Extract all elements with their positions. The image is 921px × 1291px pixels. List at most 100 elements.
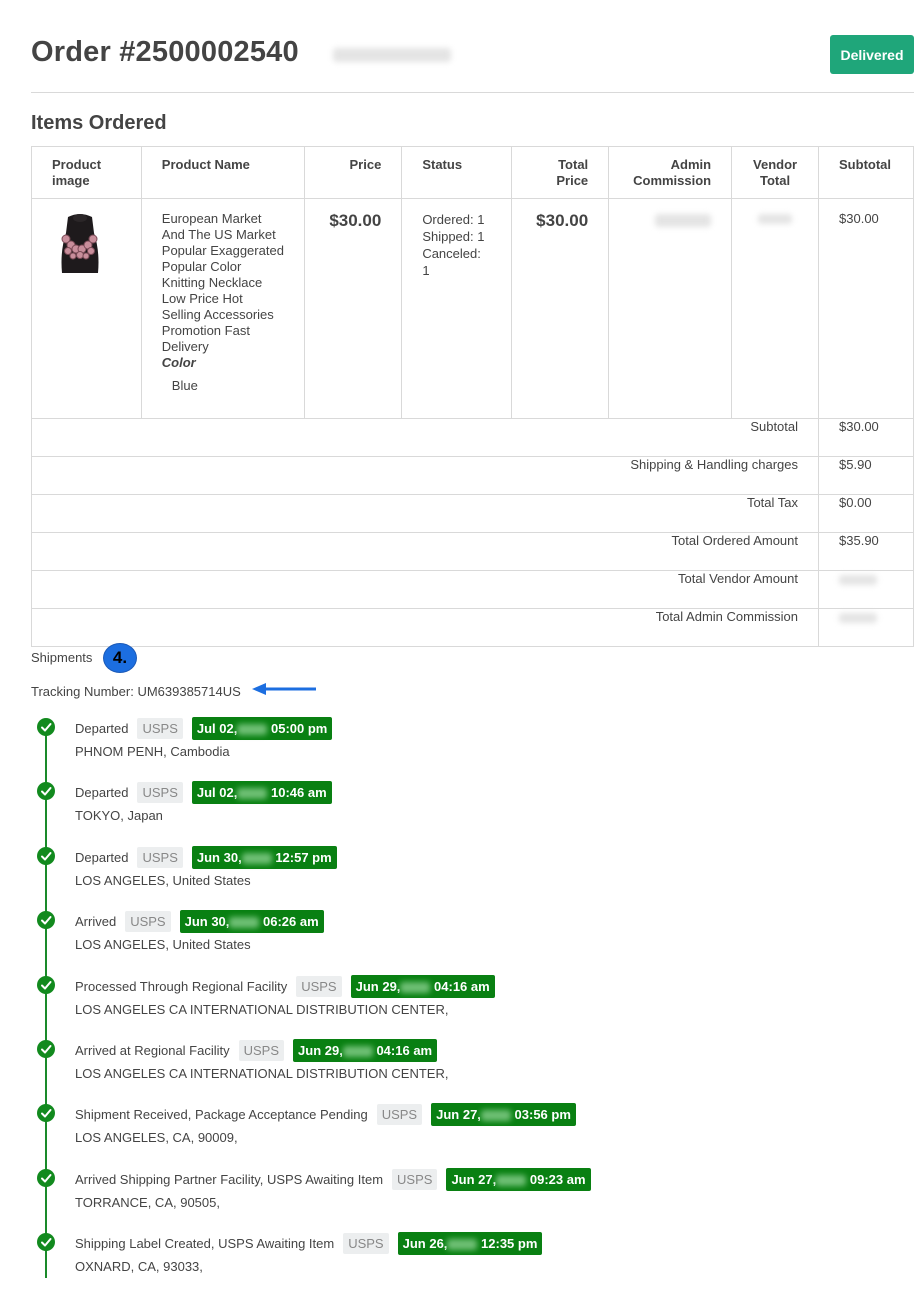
event-date-badge: Jun 29, 04:16 am bbox=[293, 1039, 438, 1062]
event-title-row: Shipment Received, Package Acceptance Pe… bbox=[75, 1103, 576, 1127]
event-date: Jun 26, bbox=[402, 1236, 448, 1252]
totals-row: Total Admin Commission bbox=[30, 608, 914, 647]
product-name: European Market And The US Market Popula… bbox=[161, 211, 284, 354]
event-title-row: Departed USPS Jul 02, 05:00 pm bbox=[75, 717, 333, 740]
event-date-badge: Jun 26, 12:35 pm bbox=[397, 1232, 543, 1256]
shipments-label: Shipments bbox=[31, 650, 93, 665]
col-product-image: Product image bbox=[31, 146, 142, 199]
event-location: TOKYO, Japan bbox=[75, 808, 163, 824]
carrier-badge: USPS bbox=[137, 846, 183, 868]
carrier-badge: USPS bbox=[137, 718, 183, 739]
carrier-badge: USPS bbox=[137, 782, 183, 804]
totals-label: Shipping & Handling charges bbox=[30, 456, 820, 495]
event-time: 05:00 pm bbox=[270, 721, 328, 736]
event-status: Shipment Received, Package Acceptance Pe… bbox=[75, 1107, 368, 1123]
totals-row: Total Tax $0.00 bbox=[30, 494, 914, 533]
event-time: 09:23 am bbox=[529, 1171, 586, 1187]
redacted-text bbox=[839, 574, 878, 585]
event-date: Jun 30, bbox=[184, 914, 230, 930]
admin-commission-cell bbox=[608, 198, 733, 419]
col-subtotal: Subtotal bbox=[818, 146, 914, 199]
event-date: Jun 27, bbox=[451, 1171, 497, 1187]
event-title-row: Arrived at Regional Facility USPS Jun 29, … bbox=[75, 1039, 438, 1062]
necklace-image[interactable] bbox=[54, 211, 106, 275]
totals-value bbox=[818, 570, 914, 609]
event-status: Departed bbox=[75, 721, 129, 736]
check-circle-icon bbox=[37, 911, 55, 930]
status-shipped: Shipped: 1 bbox=[422, 229, 485, 244]
event-time: 04:16 am bbox=[434, 978, 490, 994]
event-status: Arrived at Regional Facility bbox=[75, 1043, 230, 1058]
redacted-text bbox=[237, 788, 268, 800]
event-location: TORRANCE, CA, 90505, bbox=[75, 1194, 220, 1210]
totals-label: Total Vendor Amount bbox=[30, 570, 820, 609]
table-header-row: Product image Product Name Price Status … bbox=[31, 146, 914, 199]
subtotal-cell: $30.00 bbox=[818, 198, 914, 419]
totals-value bbox=[818, 608, 914, 647]
event-title-row: Departed USPS Jul 02, 10:46 am bbox=[75, 781, 332, 805]
redacted-text bbox=[400, 981, 431, 993]
redacted-text bbox=[333, 48, 451, 62]
carrier-badge: USPS bbox=[238, 1040, 285, 1061]
check-circle-icon bbox=[37, 718, 55, 736]
delivered-status-button[interactable]: Delivered bbox=[830, 35, 914, 74]
redacted-text bbox=[241, 852, 272, 864]
event-location: PHNOM PENH, Cambodia bbox=[75, 744, 230, 759]
product-image-cell bbox=[31, 198, 142, 419]
tracking-number: Tracking Number: UM639385714US bbox=[31, 684, 241, 699]
col-product-name: Product Name bbox=[140, 146, 306, 199]
check-circle-icon bbox=[37, 975, 55, 994]
table-row: European Market And The US Market Popula… bbox=[31, 198, 914, 419]
status-canceled: Canceled: 1 bbox=[422, 246, 481, 278]
event-status: Arrived bbox=[75, 914, 117, 930]
carrier-badge: USPS bbox=[392, 1168, 438, 1190]
event-date-badge: Jul 02, 10:46 am bbox=[191, 781, 332, 805]
carrier-badge: USPS bbox=[125, 911, 171, 933]
event-title-row: Processed Through Regional Facility USPS J… bbox=[75, 974, 495, 998]
carrier-badge: USPS bbox=[343, 1233, 389, 1255]
event-status: Shipping Label Created, USPS Awaiting It… bbox=[75, 1236, 335, 1252]
arrow-left-icon bbox=[252, 683, 316, 695]
totals-value: $30.00 bbox=[818, 418, 914, 457]
event-status: Processed Through Regional Facility bbox=[75, 978, 288, 994]
totals-label: Subtotal bbox=[30, 418, 820, 457]
event-time: 10:46 am bbox=[270, 785, 327, 801]
event-location: LOS ANGELES, United States bbox=[75, 937, 251, 953]
items-ordered-heading: Items Ordered bbox=[31, 112, 167, 134]
event-status: Arrived Shipping Partner Facility, USPS … bbox=[75, 1171, 384, 1187]
redacted-text bbox=[758, 214, 793, 224]
event-date-badge: Jun 30, 06:26 am bbox=[179, 910, 324, 934]
step-badge: 4. bbox=[104, 644, 136, 672]
check-circle-icon bbox=[37, 1233, 55, 1252]
redacted-text bbox=[480, 1110, 511, 1122]
totals-value: $0.00 bbox=[818, 494, 914, 533]
order-header: Order #2500002540 Delivered bbox=[31, 0, 914, 93]
redacted-text bbox=[496, 1174, 527, 1186]
event-location: LOS ANGELES CA INTERNATIONAL DISTRIBUTIO… bbox=[75, 1001, 449, 1017]
redacted-text bbox=[229, 917, 260, 929]
totals-value: $5.90 bbox=[818, 456, 914, 495]
event-time: 04:16 am bbox=[376, 1043, 433, 1058]
order-title: Order #2500002540 bbox=[31, 36, 299, 68]
check-circle-icon bbox=[37, 1168, 55, 1187]
redacted-text bbox=[447, 1239, 478, 1251]
check-circle-icon bbox=[37, 1040, 55, 1058]
event-time: 03:56 pm bbox=[514, 1107, 571, 1123]
event-date-badge: Jul 02, 05:00 pm bbox=[191, 717, 333, 740]
event-location: LOS ANGELES CA INTERNATIONAL DISTRIBUTIO… bbox=[75, 1066, 449, 1081]
event-time: 12:57 pm bbox=[275, 849, 332, 865]
col-vendor-total: Vendor Total bbox=[731, 146, 820, 199]
totals-label: Total Ordered Amount bbox=[30, 532, 820, 571]
event-location: LOS ANGELES, United States bbox=[75, 872, 251, 888]
product-name-cell: European Market And The US Market Popula… bbox=[140, 198, 306, 419]
redacted-text bbox=[839, 612, 878, 623]
event-date: Jun 30, bbox=[196, 849, 242, 865]
event-date: Jun 29, bbox=[355, 978, 401, 994]
option-label: Color bbox=[161, 355, 196, 370]
event-location: OXNARD, CA, 93033, bbox=[75, 1259, 203, 1275]
carrier-badge: USPS bbox=[296, 975, 342, 997]
option-value: Blue bbox=[171, 378, 198, 393]
status-cell: Ordered: 1 Shipped: 1 Canceled: 1 bbox=[401, 198, 513, 419]
totals-value: $35.90 bbox=[818, 532, 914, 571]
status-ordered: Ordered: 1 bbox=[422, 212, 485, 227]
